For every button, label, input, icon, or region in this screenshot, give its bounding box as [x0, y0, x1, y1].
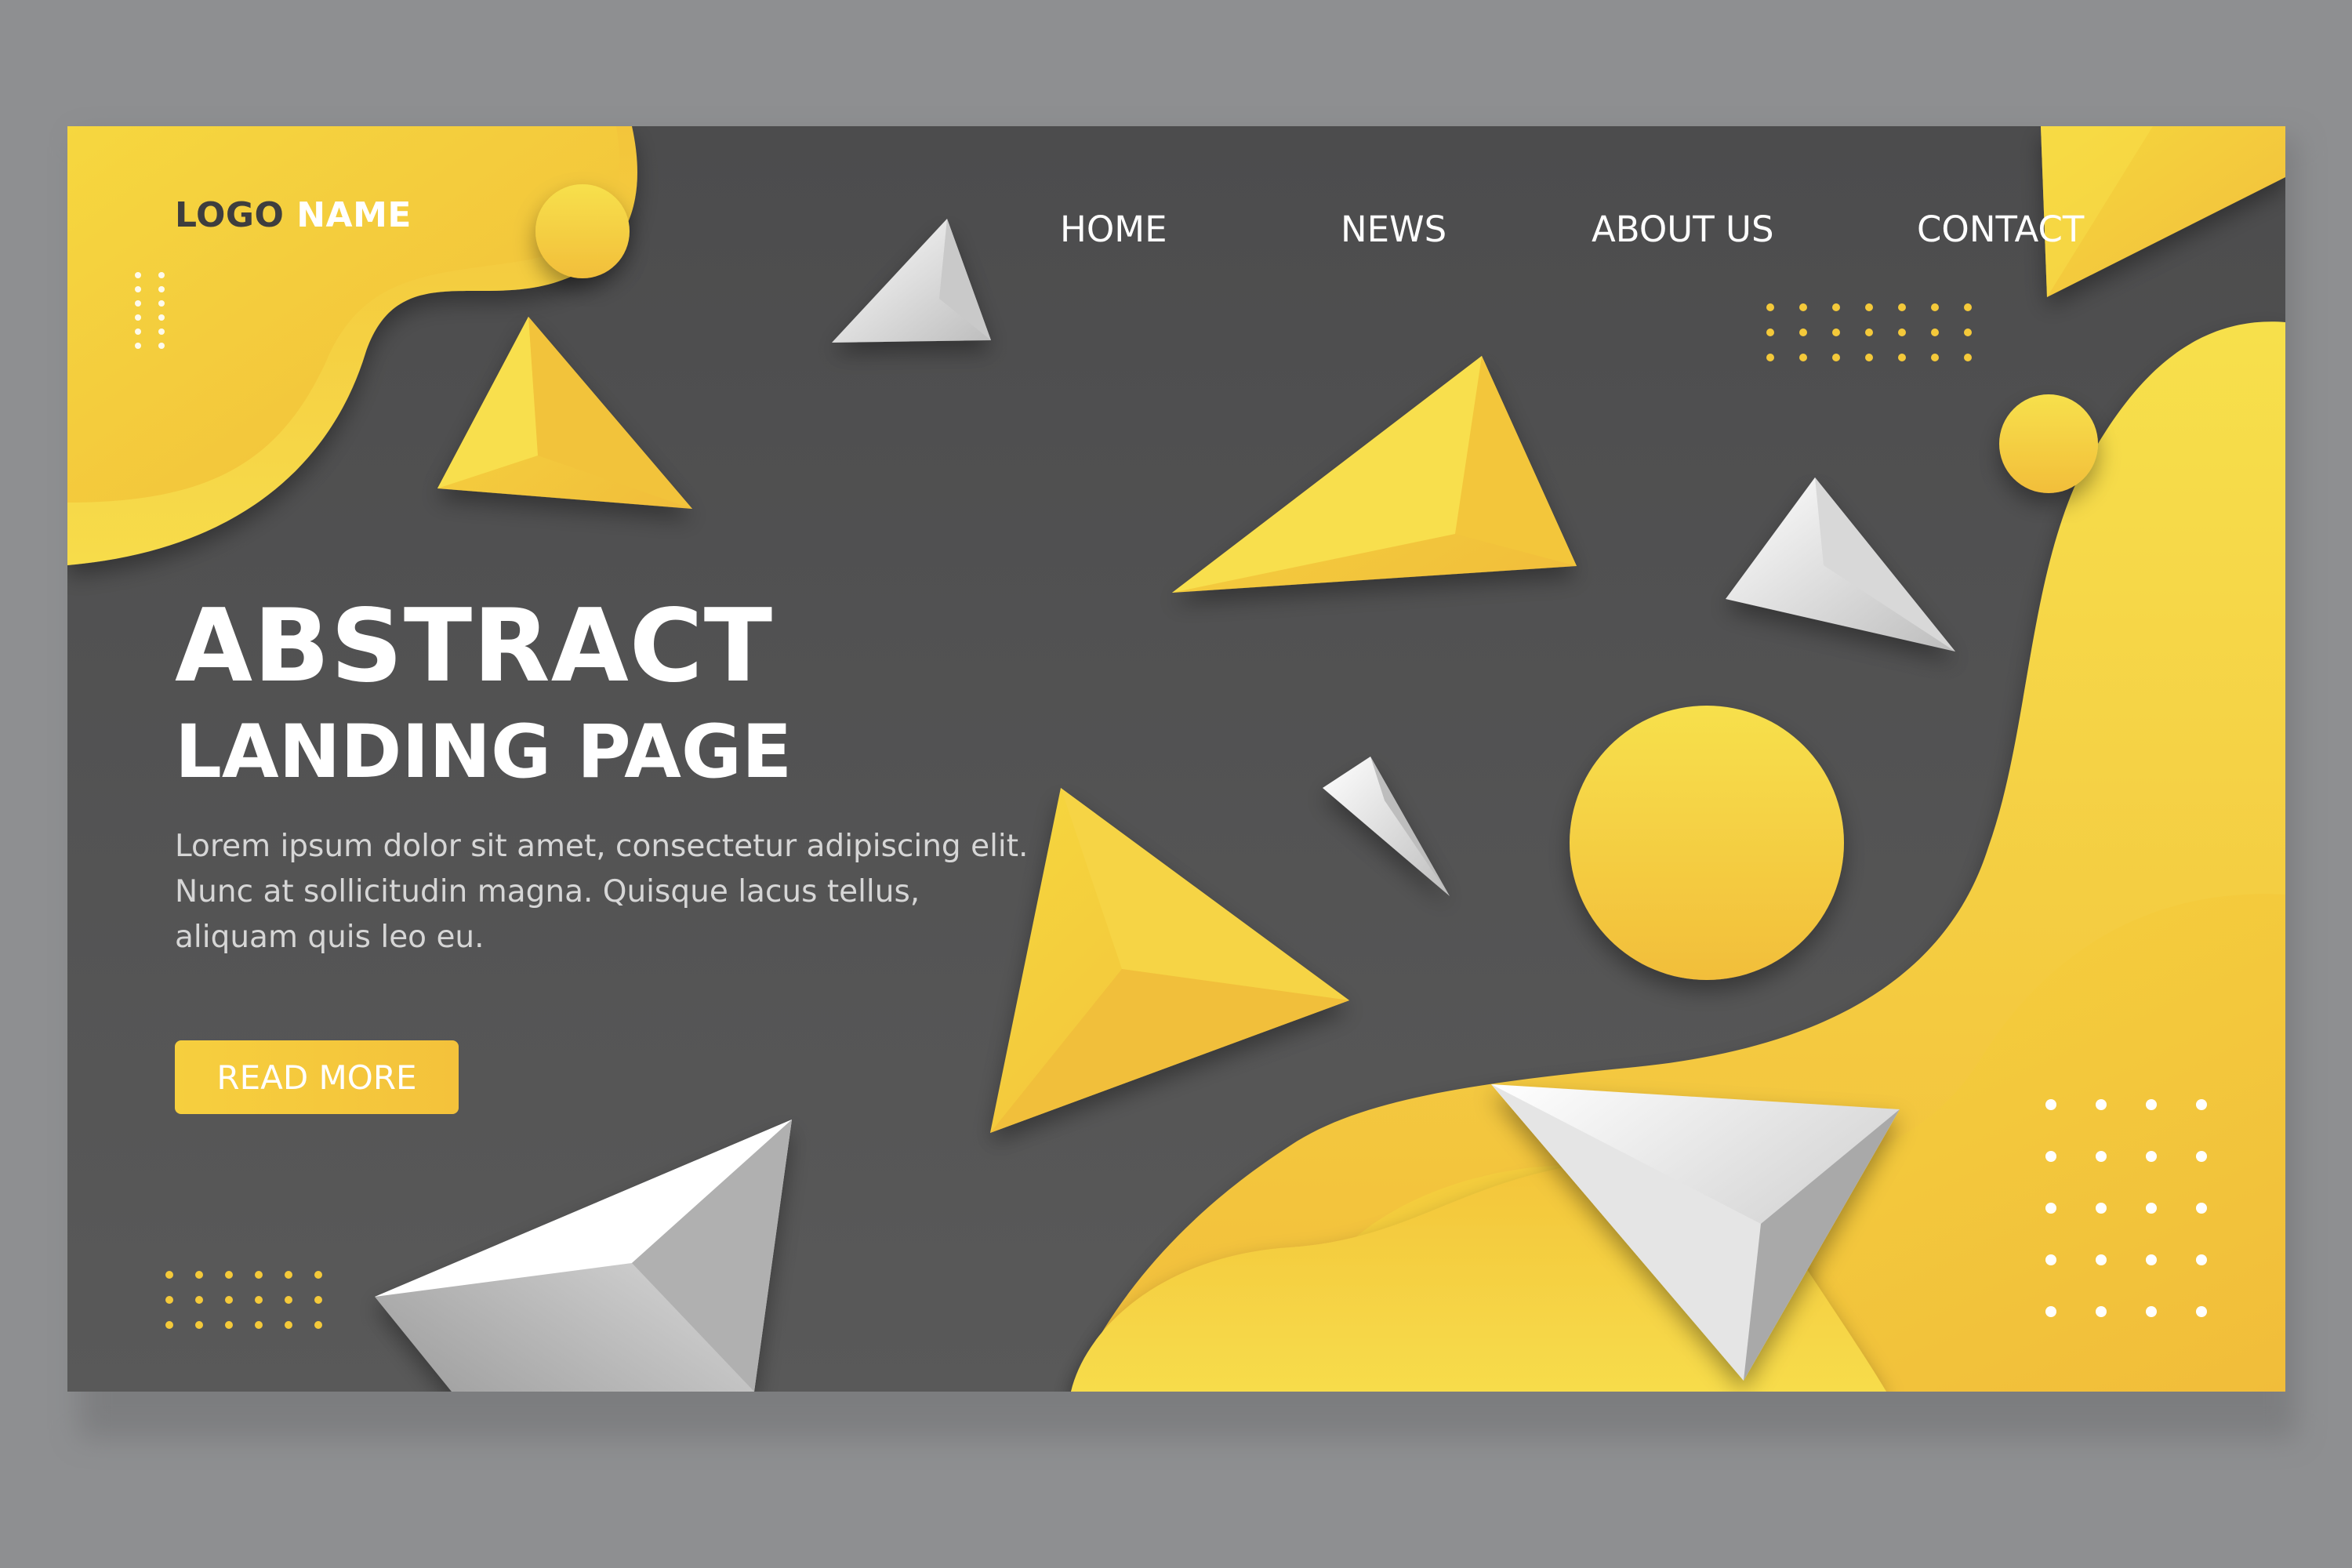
decorative-dot — [1964, 354, 1972, 361]
decorative-dot — [1832, 303, 1840, 311]
dots-bottom-left — [165, 1271, 322, 1329]
decorative-dot — [1799, 354, 1807, 361]
large-circle — [1570, 706, 1844, 980]
decorative-dot — [2146, 1203, 2157, 1214]
decorative-dot — [2096, 1099, 2107, 1110]
landing-page-canvas: LOGO NAME HOME NEWS ABOUT US CONTACT ABS… — [67, 126, 2285, 1392]
decorative-dot — [135, 272, 141, 278]
decorative-dot — [225, 1321, 233, 1329]
decorative-dot — [2096, 1254, 2107, 1265]
decorative-dot — [1931, 328, 1939, 336]
decorative-dot — [285, 1321, 292, 1329]
hero-subtitle: LANDING PAGE — [175, 710, 793, 795]
decorative-dot — [255, 1271, 263, 1279]
decorative-dot — [158, 272, 165, 278]
hero-title: ABSTRACT — [175, 588, 773, 705]
small-circle-right — [1999, 394, 2098, 493]
decorative-dot — [2096, 1306, 2107, 1317]
decorative-dot — [1964, 303, 1972, 311]
decorative-dot — [165, 1271, 173, 1279]
decorative-dot — [2196, 1306, 2207, 1317]
nav-link-about-us[interactable]: ABOUT US — [1592, 209, 1774, 250]
decorative-dot — [1898, 354, 1906, 361]
decorative-dot — [135, 300, 141, 307]
dots-top-right — [1766, 303, 1972, 361]
decorative-dot — [195, 1321, 203, 1329]
decorative-dot — [1964, 328, 1972, 336]
decorative-dot — [1865, 354, 1873, 361]
decorative-dot — [314, 1321, 322, 1329]
decorative-dot — [158, 314, 165, 321]
decorative-dot — [158, 286, 165, 292]
main-nav: HOME NEWS ABOUT US CONTACT — [67, 209, 2285, 263]
decorative-dot — [225, 1296, 233, 1304]
decorative-dot — [1766, 354, 1774, 361]
decorative-dot — [135, 314, 141, 321]
read-more-button[interactable]: READ MORE — [175, 1040, 459, 1114]
decorative-dot — [1832, 354, 1840, 361]
decorative-dot — [2196, 1099, 2207, 1110]
decorative-dot — [225, 1271, 233, 1279]
triangle-white-3 — [1323, 757, 1450, 896]
nav-link-home[interactable]: HOME — [1060, 209, 1167, 250]
decorative-dot — [2045, 1254, 2056, 1265]
decorative-dot — [1931, 354, 1939, 361]
triangle-white-4 — [375, 1120, 792, 1392]
decorative-dot — [2045, 1306, 2056, 1317]
decorative-dot — [1799, 328, 1807, 336]
decorative-dot — [135, 286, 141, 292]
nav-link-contact[interactable]: CONTACT — [1917, 209, 2084, 250]
nav-link-news[interactable]: NEWS — [1341, 209, 1446, 250]
decorative-dot — [2045, 1099, 2056, 1110]
decorative-dot — [2045, 1203, 2056, 1214]
decorative-dot — [2196, 1151, 2207, 1162]
decorative-dot — [285, 1296, 292, 1304]
decorative-dot — [2146, 1306, 2157, 1317]
decorative-dot — [1865, 303, 1873, 311]
decorative-dot — [158, 328, 165, 335]
decorative-dot — [2146, 1151, 2157, 1162]
decorative-dot — [2196, 1254, 2207, 1265]
decorative-dot — [165, 1321, 173, 1329]
triangle-yellow-1 — [437, 317, 692, 509]
decorative-dot — [2096, 1203, 2107, 1214]
decorative-dot — [2146, 1254, 2157, 1265]
decorative-dot — [1931, 303, 1939, 311]
decorative-dot — [158, 300, 165, 307]
decorative-dot — [1832, 328, 1840, 336]
decorative-dot — [195, 1271, 203, 1279]
decorative-dot — [1865, 328, 1873, 336]
decorative-dot — [255, 1296, 263, 1304]
hero-description: Lorem ipsum dolor sit amet, consectetur … — [175, 829, 1029, 955]
decorative-dot — [2045, 1151, 2056, 1162]
decorative-dot — [135, 343, 141, 349]
decorative-dot — [255, 1321, 263, 1329]
decorative-dot — [2096, 1151, 2107, 1162]
decorative-dot — [158, 343, 165, 349]
decorative-dot — [195, 1296, 203, 1304]
decorative-dot — [2146, 1099, 2157, 1110]
triangle-yellow-2 — [1172, 356, 1577, 593]
decorative-dot — [1799, 303, 1807, 311]
decorative-dot — [285, 1271, 292, 1279]
decorative-dot — [314, 1271, 322, 1279]
decorative-dot — [1898, 303, 1906, 311]
triangle-white-2 — [1726, 477, 1955, 652]
decorative-dot — [314, 1296, 322, 1304]
decorative-dot — [165, 1296, 173, 1304]
decorative-dot — [1766, 328, 1774, 336]
decorative-dot — [135, 328, 141, 335]
decorative-dot — [1898, 328, 1906, 336]
decorative-dot — [2196, 1203, 2207, 1214]
decorative-dot — [1766, 303, 1774, 311]
